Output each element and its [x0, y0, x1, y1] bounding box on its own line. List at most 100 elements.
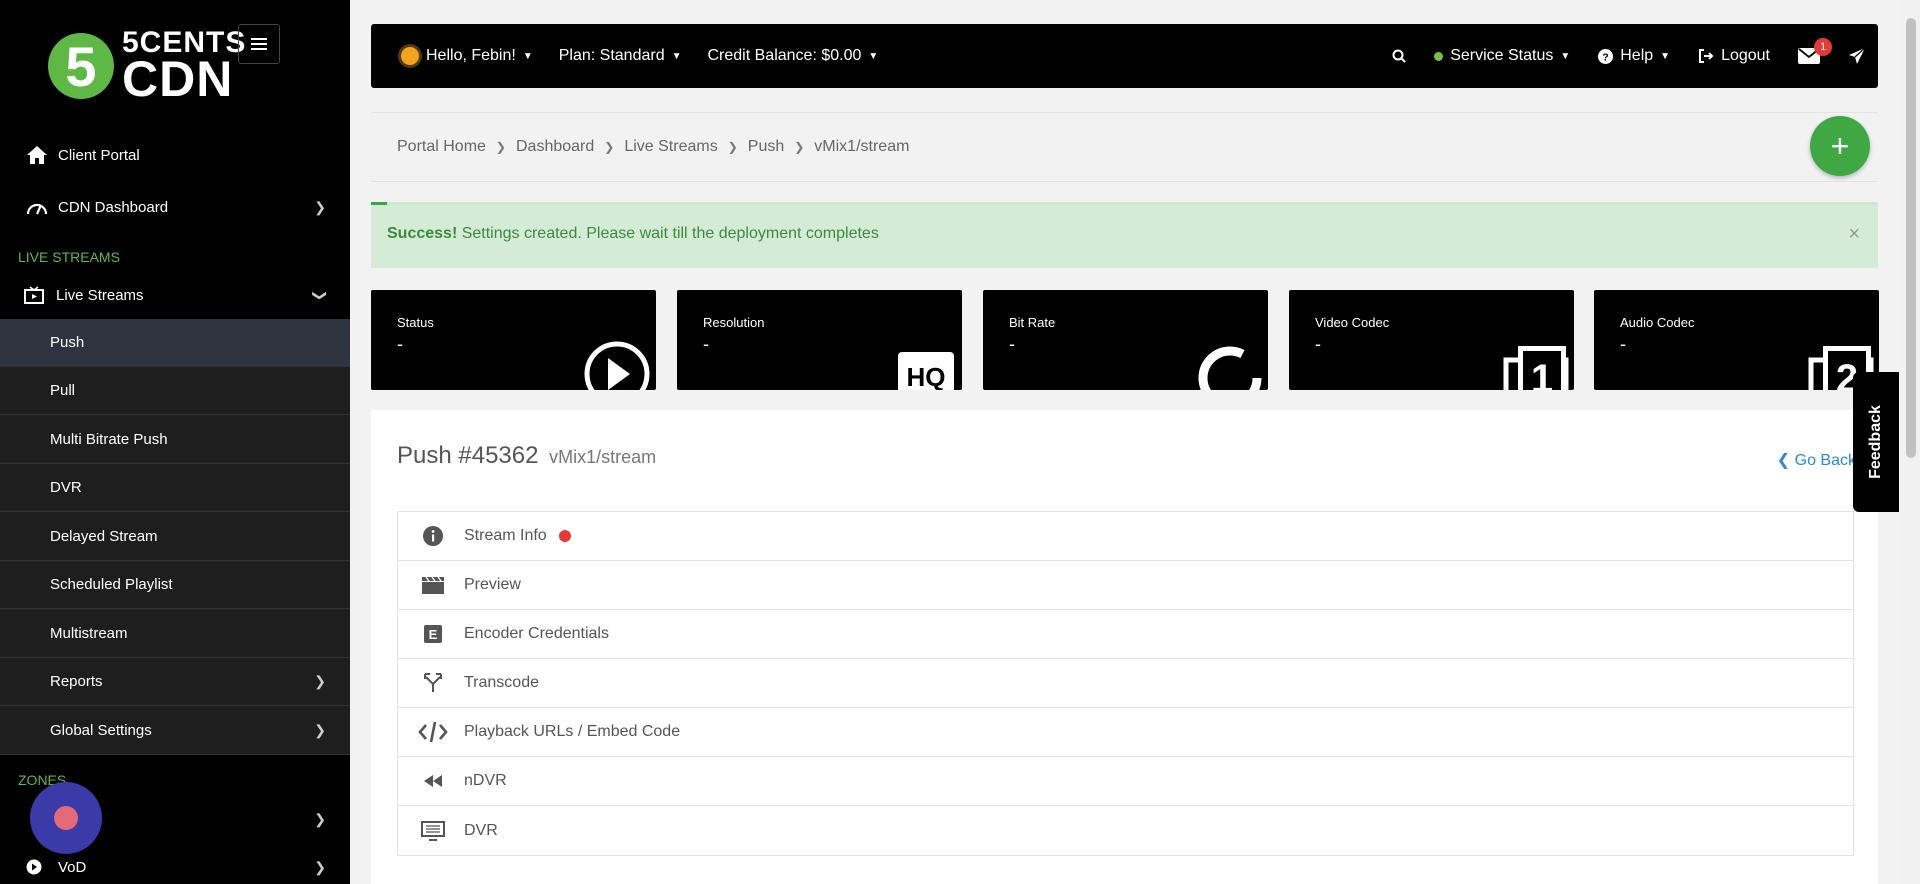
sidebar-subitem-dvr[interactable]: DVR: [0, 464, 350, 512]
svg-text:HQ: HQ: [907, 362, 946, 390]
chevron-right-icon: ❯: [314, 810, 326, 827]
chevron-right-icon: ❯: [727, 140, 738, 154]
messages-button[interactable]: 1: [1798, 38, 1832, 64]
breadcrumb-current: vMix1/stream: [814, 138, 910, 155]
stat-value: -: [1009, 334, 1015, 354]
breadcrumb-live-streams[interactable]: Live Streams: [624, 138, 717, 156]
speedometer-icon: [26, 198, 50, 216]
plan-menu[interactable]: Plan: Standard ▼: [559, 47, 682, 65]
stat-card-bit-rate: Bit Rate -: [983, 290, 1268, 390]
status-dot-icon: [1434, 51, 1444, 61]
section-transcode[interactable]: Transcode: [398, 659, 1853, 708]
play-circle-icon: [26, 859, 50, 875]
credit-balance-menu[interactable]: Credit Balance: $0.00 ▼: [708, 47, 879, 65]
tv-play-icon: [24, 286, 48, 304]
section-ndvr[interactable]: nDVR: [398, 757, 1853, 806]
logout-icon: [1699, 49, 1714, 63]
logout-button[interactable]: Logout: [1698, 47, 1770, 65]
monitor-icon: [418, 820, 448, 841]
sidebar-item-label: Client Portal: [58, 146, 140, 164]
section-playback-urls[interactable]: Playback URLs / Embed Code: [398, 708, 1853, 757]
stat-card-video-codec: Video Codec - 1: [1289, 290, 1574, 390]
page-scrollbar[interactable]: [1902, 0, 1920, 884]
code-icon: [418, 721, 448, 743]
info-circle-icon: [418, 526, 448, 546]
section-dvr[interactable]: DVR: [398, 806, 1853, 855]
sidebar-subitem-delayed-stream[interactable]: Delayed Stream: [0, 513, 350, 561]
sidebar-item-label: Reports: [50, 673, 103, 690]
stream-sections-list: Stream Info Preview E Encoder Credential…: [397, 511, 1854, 856]
rewind-icon: [418, 775, 448, 787]
top-navbar: Hello, Febin! ▼ Plan: Standard ▼ Credit …: [371, 24, 1878, 88]
sidebar-item-label: CDN Dashboard: [58, 198, 169, 216]
breadcrumb-dashboard[interactable]: Dashboard: [516, 138, 594, 156]
clapperboard-icon: [418, 576, 448, 594]
breadcrumb-portal-home[interactable]: Portal Home: [397, 138, 486, 156]
scrollbar-thumb[interactable]: [1906, 18, 1916, 458]
sidebar-subitem-global-settings[interactable]: Global Settings ❯: [0, 707, 350, 755]
sidebar-subitem-reports[interactable]: Reports ❯: [0, 658, 350, 706]
plus-icon: +: [1830, 127, 1850, 164]
sidebar-item-vod[interactable]: VoD ❯: [0, 853, 350, 881]
sun-icon: [401, 47, 419, 65]
page-title: Push #45362 vMix1/stream: [397, 442, 657, 469]
go-back-link[interactable]: ❮ Go Back: [1777, 450, 1856, 470]
sidebar-subitem-multi-bitrate-push[interactable]: Multi Bitrate Push: [0, 416, 350, 464]
stat-label: Video Codec: [1315, 315, 1390, 330]
stat-label: Status: [397, 315, 434, 330]
split-arrows-icon: [418, 673, 448, 693]
sidebar-subitem-scheduled-playlist[interactable]: Scheduled Playlist: [0, 561, 350, 609]
sidebar: 5 5CENTS CDN Client Portal CDN Dashboard…: [0, 0, 350, 884]
menu-toggle-button[interactable]: [238, 24, 280, 64]
send-button[interactable]: [1848, 47, 1866, 65]
stat-card-audio-codec: Audio Codec - 2: [1594, 290, 1879, 390]
play-circle-icon: [584, 341, 650, 390]
sidebar-item-client-portal[interactable]: Client Portal: [0, 140, 350, 170]
notification-badge: 1: [1814, 38, 1832, 56]
stream-detail-panel: Push #45362 vMix1/stream ❮ Go Back Strea…: [371, 410, 1878, 884]
chevron-right-icon: ❯: [314, 722, 326, 738]
stat-card-resolution: Resolution - HQ: [677, 290, 962, 390]
sidebar-item-label: Live Streams: [56, 286, 144, 304]
breadcrumb: Portal Home ❯ Dashboard ❯ Live Streams ❯…: [371, 112, 1878, 182]
chevron-right-icon: ❯: [314, 673, 326, 689]
sidebar-item-cdn-dashboard[interactable]: CDN Dashboard ❯: [0, 192, 350, 222]
caret-down-icon: ▼: [1560, 50, 1571, 62]
success-alert: Success! Settings created. Please wait t…: [371, 202, 1878, 268]
close-alert-button[interactable]: ×: [1848, 223, 1860, 246]
live-status-dot: [558, 530, 571, 542]
search-icon: [1392, 49, 1406, 63]
help-menu[interactable]: ? Help ▼: [1598, 47, 1670, 65]
svg-text:1: 1: [1531, 357, 1553, 390]
sidebar-item-live-streams[interactable]: Live Streams ❯: [0, 280, 350, 310]
feedback-tab[interactable]: Feedback: [1853, 372, 1899, 512]
stat-label: Resolution: [703, 315, 765, 330]
alert-message: Settings created. Please wait till the d…: [457, 225, 879, 242]
section-stream-info[interactable]: Stream Info: [398, 512, 1853, 561]
gauge-icon: [1198, 346, 1262, 390]
sidebar-subitem-multistream[interactable]: Multistream: [0, 610, 350, 658]
user-menu[interactable]: Hello, Febin! ▼: [401, 47, 533, 65]
section-preview[interactable]: Preview: [398, 561, 1853, 610]
brand-logo[interactable]: 5 5CENTS CDN: [48, 28, 246, 104]
stat-value: -: [1315, 334, 1321, 354]
sidebar-subitem-pull[interactable]: Pull: [0, 367, 350, 415]
service-status-menu[interactable]: Service Status ▼: [1434, 47, 1570, 65]
sidebar-item-label: VoD: [58, 858, 87, 876]
caret-down-icon: ▼: [671, 50, 682, 62]
sidebar-item-label: Global Settings: [50, 722, 152, 739]
stat-value: -: [703, 334, 709, 354]
breadcrumb-push[interactable]: Push: [748, 138, 784, 156]
sidebar-subitem-push[interactable]: Push: [0, 319, 350, 367]
chat-widget-button[interactable]: [30, 782, 102, 854]
chevron-right-icon: ❯: [314, 858, 326, 875]
chat-icon: [54, 806, 78, 830]
add-button[interactable]: +: [1810, 116, 1870, 176]
stat-value: -: [397, 334, 403, 354]
section-encoder-credentials[interactable]: E Encoder Credentials: [398, 610, 1853, 659]
caret-down-icon: ▼: [1660, 50, 1671, 62]
search-button[interactable]: [1392, 49, 1406, 63]
section-label-live-streams: LIVE STREAMS: [18, 249, 120, 265]
number-one-box-icon: 1: [1503, 346, 1569, 390]
stat-label: Bit Rate: [1009, 315, 1056, 330]
